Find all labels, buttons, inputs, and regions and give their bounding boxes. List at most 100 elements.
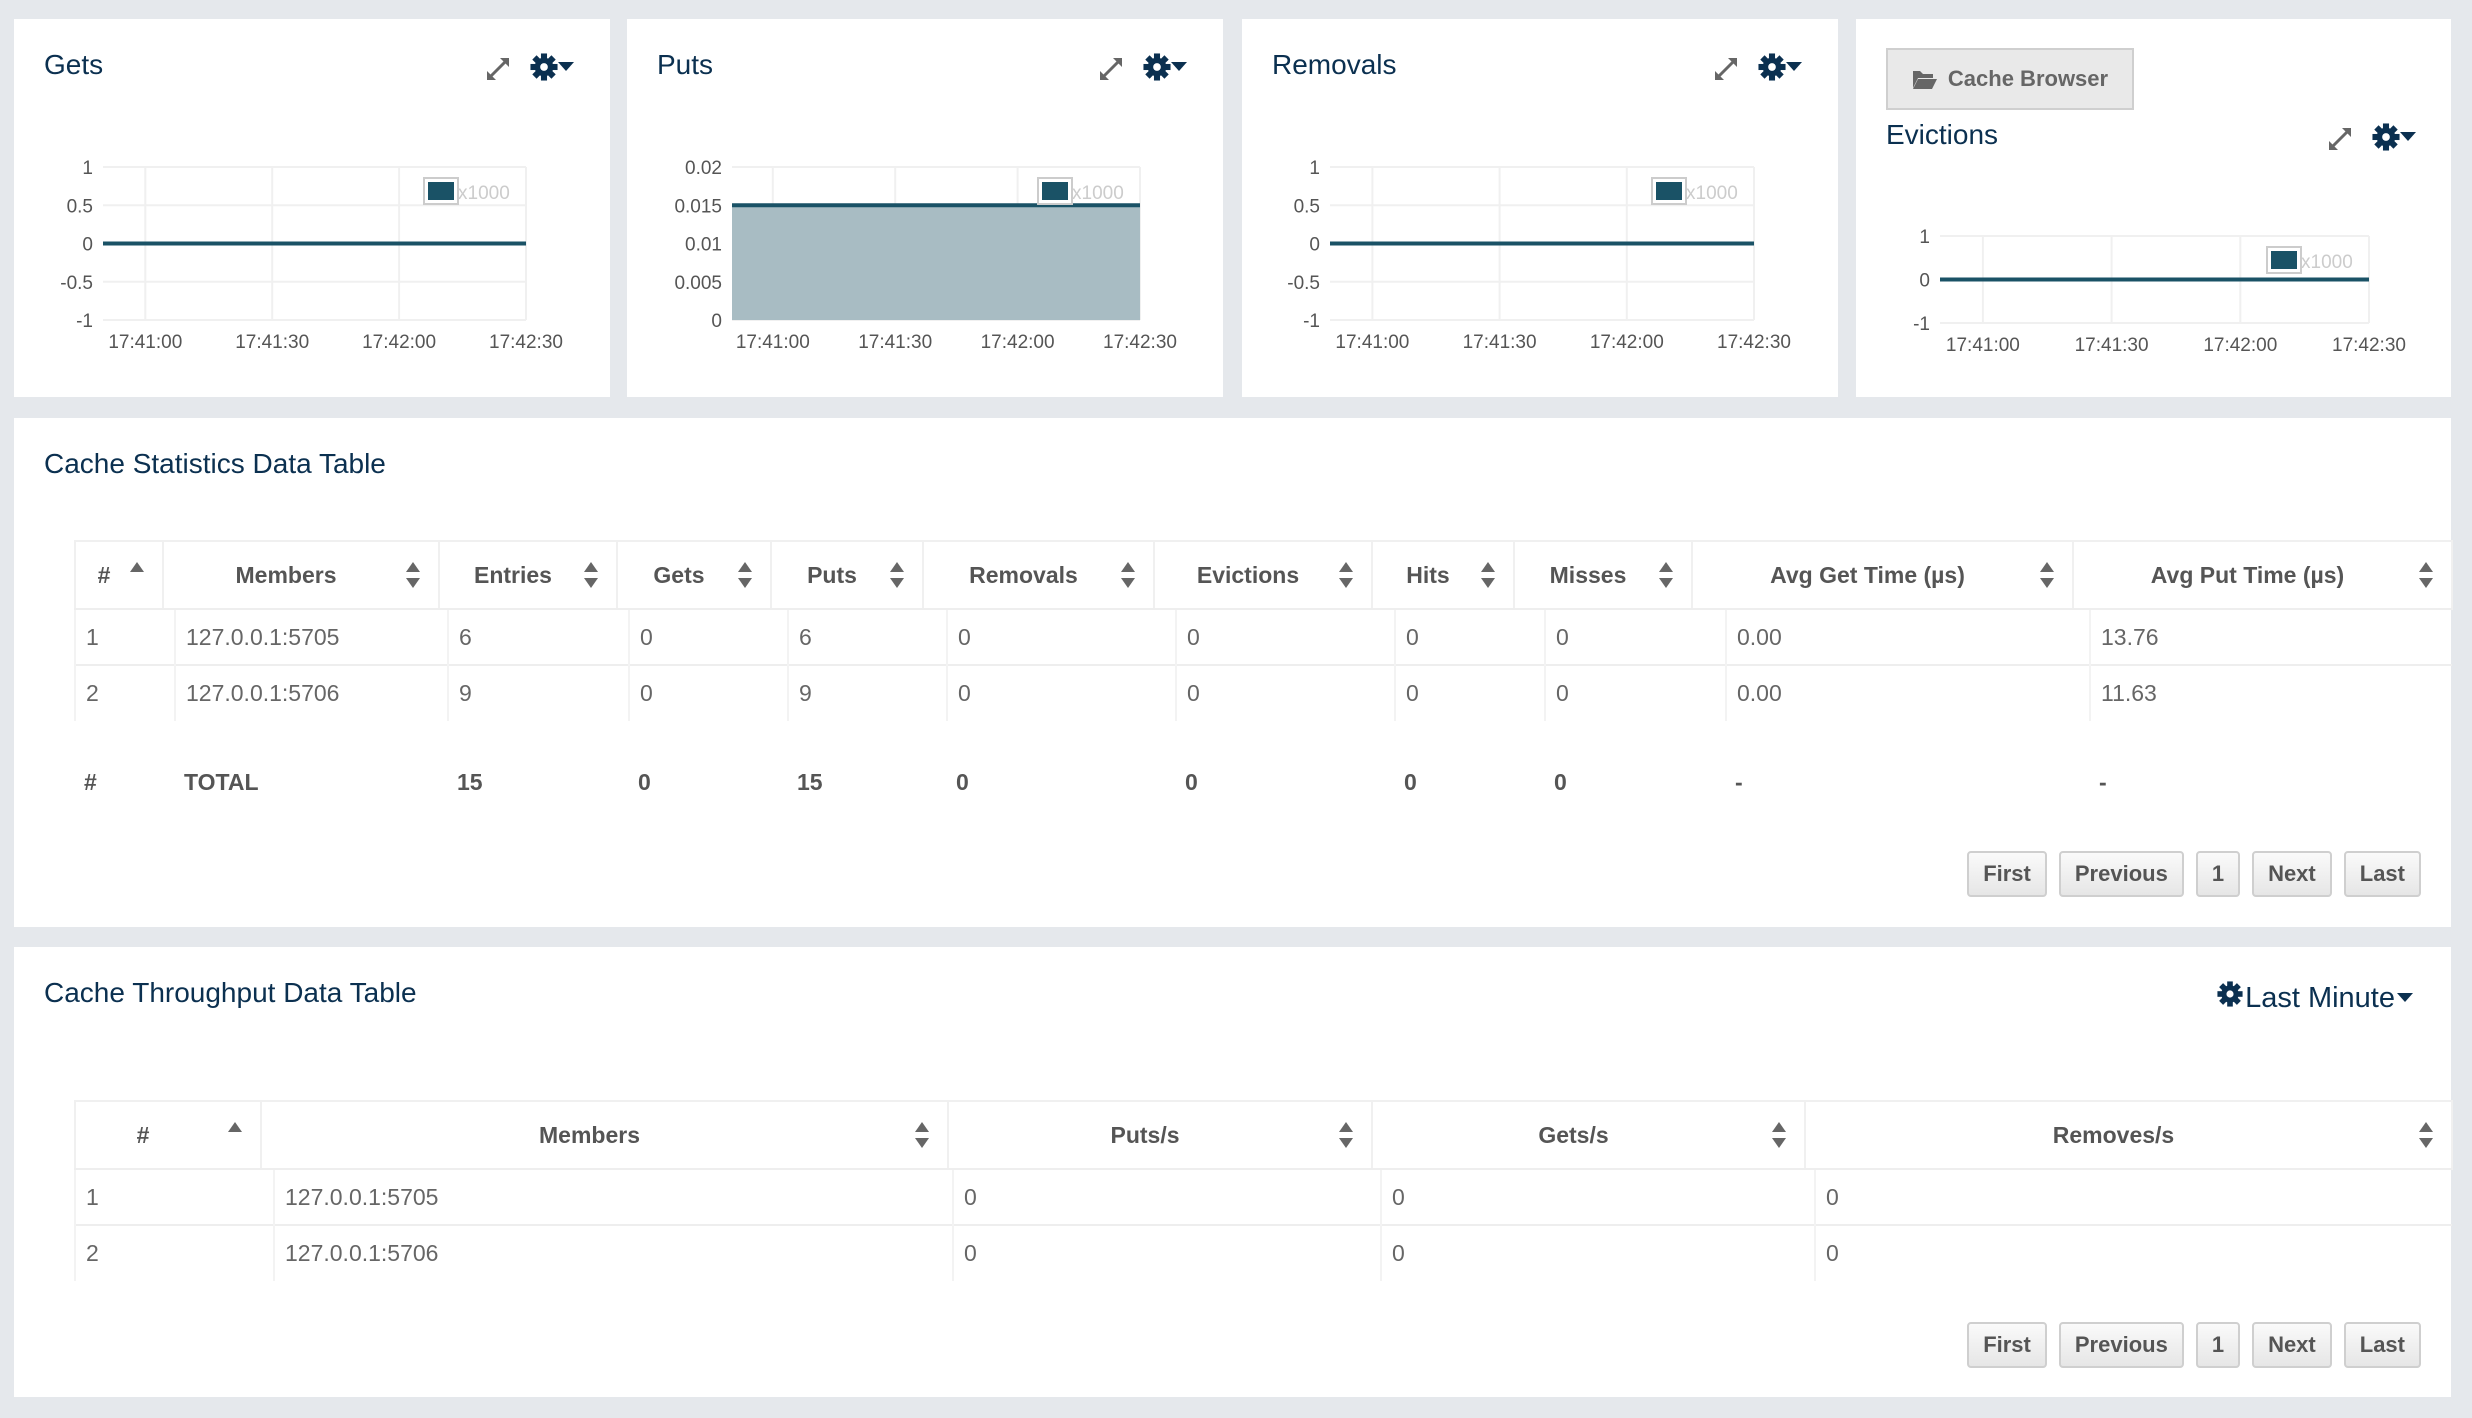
gear-icon — [2217, 981, 2243, 1015]
column-header[interactable]: Evictions — [1153, 540, 1373, 610]
table-cell: # — [84, 768, 97, 795]
sort-icon[interactable] — [2040, 562, 2054, 588]
y-tick-label: -1 — [1303, 311, 1320, 332]
table-cell: 0 — [1175, 608, 1395, 665]
table-row: 1 127.0.0.1:5705 6 0 6 0 0 0 0 0.00 13.76 — [74, 608, 2452, 665]
x-tick-label: 17:41:00 — [108, 332, 182, 353]
sort-icon[interactable] — [890, 562, 904, 588]
stats-pagination: First Previous 1 Next Last — [1967, 851, 2421, 897]
x-tick-label: 17:42:00 — [1590, 332, 1664, 353]
table-cell: 15 — [797, 768, 823, 795]
pager-first-button[interactable]: First — [1967, 851, 2047, 897]
pager-next-button[interactable]: Next — [2252, 851, 2332, 897]
pager-first-button[interactable]: First — [1967, 1322, 2047, 1368]
pager-previous-button[interactable]: Previous — [2058, 851, 2184, 897]
column-header[interactable]: Members — [260, 1100, 949, 1170]
column-header[interactable]: Gets — [616, 540, 772, 610]
table-cell: 11.63 — [2089, 664, 2452, 721]
throughput-table-body: 1 127.0.0.1:5705 0 0 0 2 127.0.0.1:5706 0 0 0 — [74, 1168, 2452, 1281]
sort-icon[interactable] — [738, 562, 752, 588]
column-header[interactable]: Removals — [922, 540, 1155, 610]
y-tick-label: 1 — [82, 158, 93, 179]
column-header[interactable]: Puts/s — [947, 1100, 1373, 1170]
column-header[interactable]: Avg Put Time (µs) — [2072, 540, 2453, 610]
stats-table-total: # TOTAL 15 0 15 0 0 0 0 - - — [74, 754, 2451, 810]
column-header[interactable]: Removes/s — [1804, 1100, 2453, 1170]
sort-icon[interactable] — [584, 562, 598, 588]
column-header[interactable]: # — [74, 1100, 262, 1170]
column-header[interactable]: Gets/s — [1371, 1100, 1806, 1170]
x-tick-label: 17:42:00 — [362, 332, 436, 353]
column-header-label: Avg Put Time (µs) — [2150, 561, 2345, 588]
y-tick-label: 0.5 — [67, 196, 93, 217]
y-tick-label: 0.015 — [674, 196, 722, 217]
x-tick-label: 17:41:00 — [1335, 332, 1409, 353]
sort-asc-icon[interactable] — [130, 562, 144, 588]
sort-icon[interactable] — [2419, 1122, 2433, 1148]
table-cell: 0.00 — [1725, 608, 2090, 665]
x-tick-label: 17:42:30 — [1717, 332, 1791, 353]
pager-last-button[interactable]: Last — [2343, 1322, 2421, 1368]
table-cell: 127.0.0.1:5705 — [273, 1168, 953, 1225]
table-cell: 13.76 — [2089, 608, 2452, 665]
table-cell: - — [2099, 768, 2107, 795]
table-cell: 2 — [74, 664, 175, 721]
pager-page-button[interactable]: 1 — [2195, 851, 2241, 897]
column-header-label: Gets — [653, 561, 705, 588]
x-tick-label: 17:42:30 — [2332, 335, 2406, 356]
chart-panel-removals: Removals 1 0.5 0 -0.5 -1 17:41:00 17:41:30 17:4… — [1242, 19, 1838, 397]
section-title: Cache Throughput Data Table — [44, 977, 417, 1008]
table-cell: 0 — [1814, 1224, 2452, 1281]
sort-icon[interactable] — [1339, 562, 1353, 588]
pager-next-button[interactable]: Next — [2252, 1322, 2332, 1368]
table-cell: 127.0.0.1:5706 — [273, 1224, 953, 1281]
y-tick-label: -0.5 — [60, 273, 93, 294]
pager-last-button[interactable]: Last — [2343, 851, 2421, 897]
stats-table-header: # Members Entries Gets Puts Removals Evictions… — [74, 540, 2453, 610]
sort-icon[interactable] — [915, 1122, 929, 1148]
sort-icon[interactable] — [1121, 562, 1135, 588]
interval-dropdown[interactable]: Last Minute — [2217, 981, 2413, 1015]
table-cell: 0 — [1380, 1224, 1815, 1281]
y-tick-label: 0 — [82, 235, 93, 256]
sort-asc-icon[interactable] — [228, 1122, 242, 1148]
table-cell: 0 — [1544, 664, 1726, 721]
table-cell: 127.0.0.1:5706 — [174, 664, 448, 721]
x-tick-label: 17:41:30 — [858, 332, 932, 353]
sort-icon[interactable] — [2419, 562, 2433, 588]
sort-icon[interactable] — [406, 562, 420, 588]
cache-throughput-panel: Cache Throughput Data Table Last Minute … — [14, 947, 2453, 1397]
column-header-label: Evictions — [1196, 561, 1300, 588]
table-cell: 1 — [74, 608, 175, 665]
column-header[interactable]: # — [74, 540, 164, 610]
chart: 1 0.5 0 -0.5 -1 17:41:00 17:41:30 17:42:00 17:42… — [1287, 158, 1791, 353]
sort-icon[interactable] — [1659, 562, 1673, 588]
x-tick-label: 17:42:30 — [1103, 332, 1177, 353]
column-header-label: Avg Get Time (µs) — [1770, 561, 1965, 588]
table-cell: 0 — [1175, 664, 1395, 721]
column-header-label: Removes/s — [2052, 1121, 2175, 1148]
legend-label: x1000 — [1686, 183, 1738, 204]
table-cell: 0 — [946, 664, 1176, 721]
chart-panel-gets: Gets 1 0.5 0 -0.5 -1 17:41:00 17:41:30 17:42:00… — [14, 19, 610, 397]
pager-page-button[interactable]: 1 — [2195, 1322, 2241, 1368]
sort-icon[interactable] — [1481, 562, 1495, 588]
column-header-label: Members — [539, 1121, 640, 1148]
sort-icon[interactable] — [1339, 1122, 1353, 1148]
table-cell: 15 — [457, 768, 483, 795]
column-header-label: # — [97, 561, 111, 588]
column-header[interactable]: Misses — [1513, 540, 1693, 610]
table-cell: 0 — [1814, 1168, 2452, 1225]
column-header[interactable]: Hits — [1371, 540, 1515, 610]
sort-icon[interactable] — [1772, 1122, 1786, 1148]
x-tick-label: 17:42:30 — [489, 332, 563, 353]
column-header-label: Members — [235, 561, 337, 588]
throughput-pagination: First Previous 1 Next Last — [1967, 1322, 2421, 1368]
table-cell: 0 — [1185, 768, 1198, 795]
column-header[interactable]: Puts — [770, 540, 924, 610]
pager-previous-button[interactable]: Previous — [2058, 1322, 2184, 1368]
column-header[interactable]: Avg Get Time (µs) — [1691, 540, 2074, 610]
column-header[interactable]: Entries — [438, 540, 618, 610]
table-cell: 9 — [787, 664, 947, 721]
column-header[interactable]: Members — [162, 540, 440, 610]
